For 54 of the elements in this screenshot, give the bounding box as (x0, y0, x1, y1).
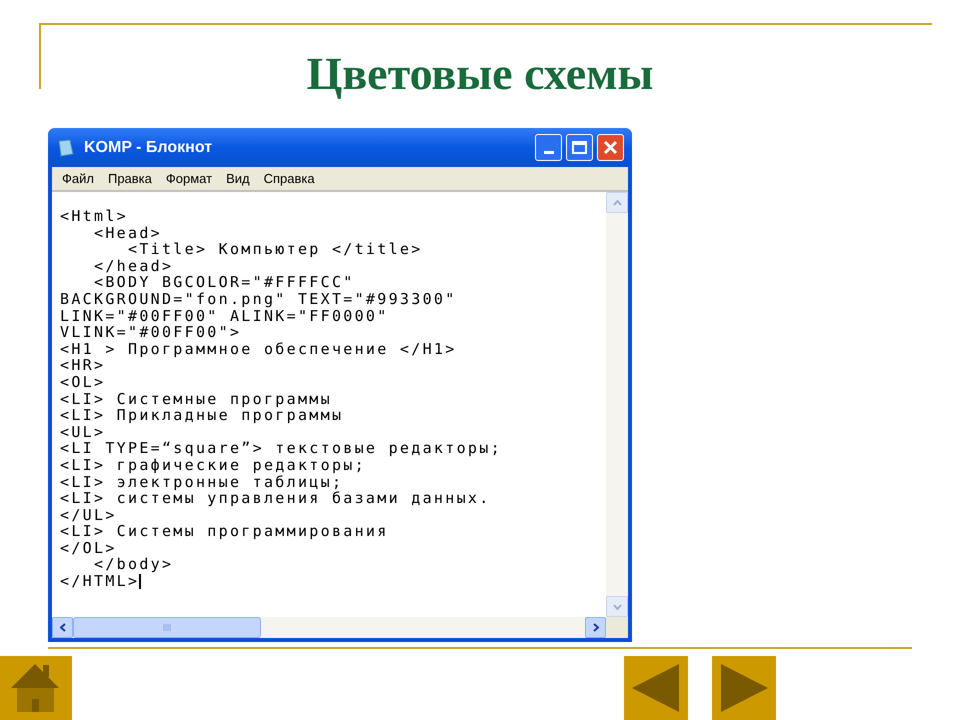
horizontal-scrollbar[interactable] (52, 617, 606, 638)
code-line: LINK="#00FF00" ALINK="FF0000" (60, 308, 389, 324)
code-line: <LI> Системные программы (60, 390, 332, 408)
menu-item[interactable]: Формат (166, 168, 212, 188)
notepad-icon (56, 138, 76, 158)
code-line: <LI TYPE=“square”> текстовые редакторы; (60, 440, 502, 457)
code-line: <LI> Системы программирования (60, 523, 389, 540)
code-line: </OL> (60, 540, 117, 556)
maximize-button[interactable] (566, 134, 593, 161)
left-triangle-icon (632, 664, 680, 712)
menu-item[interactable]: Справка (264, 168, 315, 188)
previous-button[interactable] (624, 656, 688, 720)
code-line: <H1 > Программное обеспечение </H1> (60, 340, 457, 358)
close-button[interactable] (597, 134, 624, 161)
down-caret-icon (612, 604, 622, 610)
code-line: </UL> (60, 506, 117, 524)
close-icon (603, 140, 618, 155)
grip-icon (162, 624, 172, 631)
right-triangle-icon (720, 664, 768, 712)
window-title: KOMP - Блокнот (84, 138, 212, 158)
code-line: <UL> (60, 424, 106, 440)
text-cursor (139, 574, 141, 590)
code-line: <HR> (60, 357, 106, 374)
up-caret-icon (612, 200, 622, 206)
menu-item[interactable]: Правка (108, 168, 152, 188)
code-line: <LI> графические редакторы; (60, 456, 366, 474)
right-caret-icon (592, 623, 598, 632)
slide-title: Цветовые схемы (306, 47, 654, 101)
code-line: </head> (92, 258, 174, 274)
left-caret-icon (60, 623, 66, 632)
code-line: </body> (92, 556, 174, 574)
code-line: <Head> (92, 224, 162, 242)
scroll-thumb[interactable] (73, 617, 261, 638)
scroll-left-button[interactable] (52, 617, 73, 638)
scroll-up-button[interactable] (606, 192, 628, 213)
code-line: VLINK="#00FF00"> (60, 324, 242, 341)
code-line: <BODY BGCOLOR="#FFFFCC" (92, 274, 355, 291)
code-line: <OL> (60, 374, 106, 391)
home-button[interactable] (0, 656, 72, 720)
minimize-button[interactable] (535, 134, 562, 161)
code-line: <Html> (60, 208, 128, 225)
menu-item[interactable]: Вид (226, 168, 250, 188)
house-icon (11, 664, 61, 712)
code-line: <Title> Компьютер </title> (126, 241, 423, 258)
size-grip[interactable] (606, 617, 628, 638)
menu-item[interactable]: Файл (62, 168, 94, 188)
code-line: <LI> системы управления базами данных. (60, 490, 491, 507)
next-button[interactable] (712, 656, 776, 720)
code-line: <LI> Прикладные программы (60, 407, 344, 424)
scroll-right-button[interactable] (585, 617, 606, 638)
code-line: <LI> электронные таблицы; (60, 474, 344, 490)
vertical-scrollbar[interactable] (606, 192, 628, 617)
code-line: </HTML> (60, 573, 141, 590)
code-line: BACKGROUND="fon.png" TEXT="#993300" (60, 290, 457, 308)
